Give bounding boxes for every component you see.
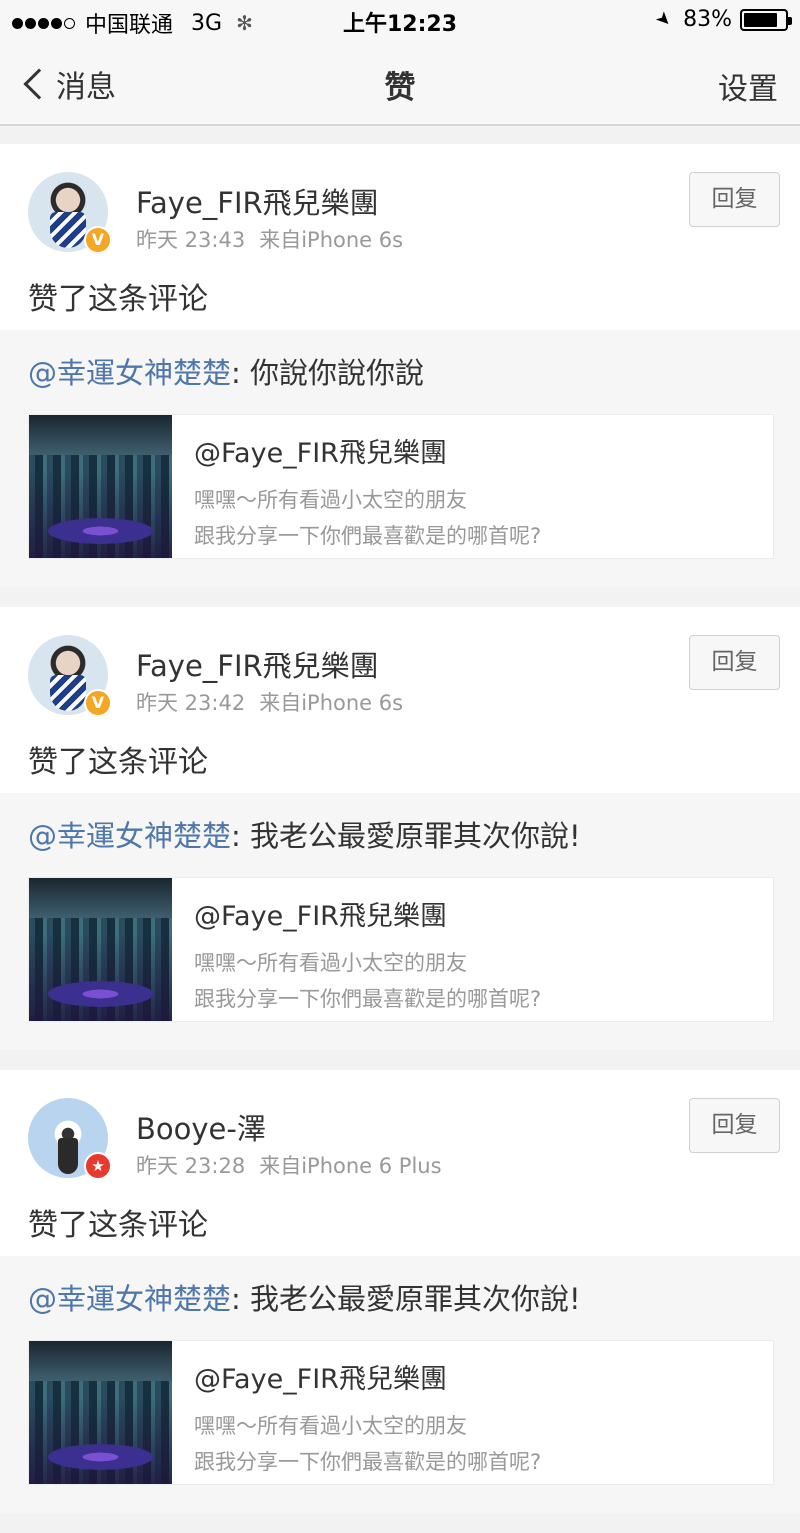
navigation-bar: 消息 赞 设置	[0, 40, 800, 126]
referenced-post-author: @Faye_FIR飛兒樂團	[194, 438, 447, 469]
avatar[interactable]: ★	[28, 1098, 112, 1180]
post-thumbnail	[29, 1341, 172, 1484]
post-source: 来自iPhone 6 Plus	[259, 1154, 442, 1178]
referenced-post-line: 嘿嘿～所有看過小太空的朋友	[194, 488, 467, 512]
post-thumbnail	[29, 415, 172, 558]
notification-header: V Faye_FIR飛兒樂團 昨天 23:43 来自iPhone 6s 回复 赞了…	[0, 144, 800, 330]
post-source: 来自iPhone 6s	[259, 228, 404, 252]
referenced-post-line: 嘿嘿～所有看過小太空的朋友	[194, 1414, 467, 1438]
referenced-post-card[interactable]: @Faye_FIR飛兒樂團 嘿嘿～所有看過小太空的朋友 跟我分享一下你們最喜歡是…	[28, 877, 774, 1022]
referenced-post-line: 跟我分享一下你們最喜歡是的哪首呢?	[194, 1450, 542, 1474]
reply-button[interactable]: 回复	[689, 172, 780, 227]
comment-content: : 你說你說你說	[231, 356, 425, 390]
referenced-post-author: @Faye_FIR飛兒樂團	[194, 1364, 447, 1395]
comment-text: @幸運女神楚楚: 你說你說你說	[28, 350, 774, 392]
avatar-figure	[50, 212, 86, 248]
referenced-post-author: @Faye_FIR飛兒樂團	[194, 901, 447, 932]
like-notification-item: V Faye_FIR飛兒樂團 昨天 23:42 来自iPhone 6s 回复 赞了…	[0, 607, 800, 1050]
user-name[interactable]: Faye_FIR飛兒樂團	[136, 643, 379, 685]
comment-content: : 我老公最愛原罪其次你說!	[231, 1282, 581, 1316]
referenced-post-card[interactable]: @Faye_FIR飛兒樂團 嘿嘿～所有看過小太空的朋友 跟我分享一下你們最喜歡是…	[28, 1340, 774, 1485]
notification-header: ★ Booye-澤 昨天 23:28 来自iPhone 6 Plus 回复 赞了这…	[0, 1070, 800, 1256]
like-action-text: 赞了这条评论	[28, 1208, 208, 1243]
battery-percentage: 83%	[683, 7, 732, 32]
status-bar: 中国联通 3G ✻ 上午12:23 ➤ 83%	[0, 0, 800, 40]
post-meta: 昨天 23:43 来自iPhone 6s	[136, 224, 403, 254]
avatar-figure	[58, 1138, 78, 1174]
like-action-text: 赞了这条评论	[28, 745, 208, 780]
referenced-post-line: 嘿嘿～所有看過小太空的朋友	[194, 951, 467, 975]
referenced-post-text: @Faye_FIR飛兒樂團 嘿嘿～所有看過小太空的朋友 跟我分享一下你們最喜歡是…	[172, 415, 541, 558]
verified-badge-icon: V	[84, 689, 112, 717]
post-time: 昨天 23:42	[136, 691, 246, 715]
referenced-post-text: @Faye_FIR飛兒樂團 嘿嘿～所有看過小太空的朋友 跟我分享一下你們最喜歡是…	[172, 878, 541, 1021]
post-source: 来自iPhone 6s	[259, 691, 404, 715]
battery-icon	[740, 8, 792, 31]
user-name[interactable]: Booye-澤	[136, 1106, 266, 1148]
liked-comment[interactable]: @幸運女神楚楚: 我老公最愛原罪其次你說! @Faye_FIR飛兒樂團 嘿嘿～所…	[0, 1256, 800, 1513]
like-notification-item: V Faye_FIR飛兒樂團 昨天 23:43 来自iPhone 6s 回复 赞了…	[0, 144, 800, 587]
comment-text: @幸運女神楚楚: 我老公最愛原罪其次你說!	[28, 813, 774, 855]
post-meta: 昨天 23:42 来自iPhone 6s	[136, 687, 403, 717]
referenced-post-line: 跟我分享一下你們最喜歡是的哪首呢?	[194, 987, 542, 1011]
avatar[interactable]: V	[28, 172, 112, 254]
reply-button[interactable]: 回复	[689, 1098, 780, 1153]
mention-link[interactable]: @幸運女神楚楚	[28, 1282, 231, 1316]
post-thumbnail	[29, 878, 172, 1021]
reply-button[interactable]: 回复	[689, 635, 780, 690]
liked-comment[interactable]: @幸運女神楚楚: 我老公最愛原罪其次你說! @Faye_FIR飛兒樂團 嘿嘿～所…	[0, 793, 800, 1050]
post-meta: 昨天 23:28 来自iPhone 6 Plus	[136, 1150, 442, 1180]
like-notification-item: ★ Booye-澤 昨天 23:28 来自iPhone 6 Plus 回复 赞了这…	[0, 1070, 800, 1513]
mention-link[interactable]: @幸運女神楚楚	[28, 819, 231, 853]
user-name[interactable]: Faye_FIR飛兒樂團	[136, 180, 379, 222]
verified-badge-icon: V	[84, 226, 112, 254]
avatar-figure	[50, 675, 86, 711]
notification-header: V Faye_FIR飛兒樂團 昨天 23:42 来自iPhone 6s 回复 赞了…	[0, 607, 800, 793]
referenced-post-line: 跟我分享一下你們最喜歡是的哪首呢?	[194, 524, 542, 548]
post-time: 昨天 23:43	[136, 228, 246, 252]
avatar[interactable]: V	[28, 635, 112, 717]
page-title: 赞	[384, 70, 416, 106]
comment-content: : 我老公最愛原罪其次你說!	[231, 819, 581, 853]
referenced-post-text: @Faye_FIR飛兒樂團 嘿嘿～所有看過小太空的朋友 跟我分享一下你們最喜歡是…	[172, 1341, 541, 1484]
referenced-post-card[interactable]: @Faye_FIR飛兒樂團 嘿嘿～所有看過小太空的朋友 跟我分享一下你們最喜歡是…	[28, 414, 774, 559]
like-action-text: 赞了这条评论	[28, 282, 208, 317]
settings-button[interactable]: 设置	[718, 64, 778, 108]
comment-text: @幸運女神楚楚: 我老公最愛原罪其次你說!	[28, 1276, 774, 1318]
post-time: 昨天 23:28	[136, 1154, 246, 1178]
star-badge-icon: ★	[84, 1152, 112, 1180]
mention-link[interactable]: @幸運女神楚楚	[28, 356, 231, 390]
status-right: ➤ 83%	[651, 7, 792, 32]
liked-comment[interactable]: @幸運女神楚楚: 你說你說你說 @Faye_FIR飛兒樂團 嘿嘿～所有看過小太空…	[0, 330, 800, 587]
likes-list: V Faye_FIR飛兒樂團 昨天 23:43 来自iPhone 6s 回复 赞了…	[0, 144, 800, 1533]
